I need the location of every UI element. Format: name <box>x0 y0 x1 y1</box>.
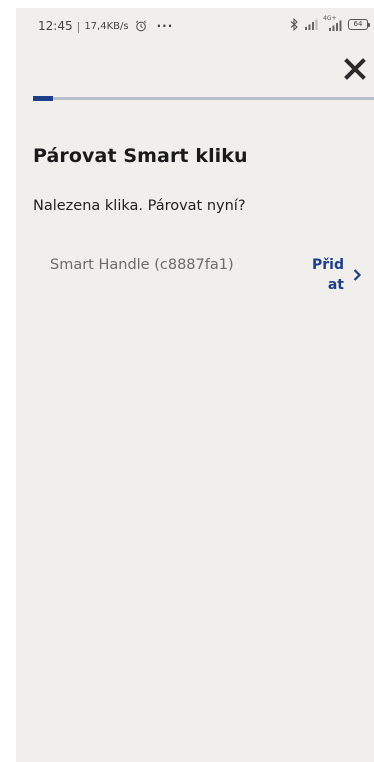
status-left: 12:45 | 17,4KB/s ··· <box>38 19 173 33</box>
add-device-button[interactable]: Přidat <box>308 255 362 295</box>
progress-bar <box>33 96 374 101</box>
battery-icon: 64 <box>348 18 370 30</box>
cellular-signal-4g-icon: 4G+ <box>323 15 343 31</box>
chevron-right-icon <box>353 269 362 281</box>
status-right: 4G+ 64 <box>289 15 370 31</box>
progress-bar-fill <box>33 96 54 101</box>
more-notifications-icon: ··· <box>156 19 174 33</box>
page-title: Párovat Smart kliku <box>33 145 248 167</box>
alarm-clock-icon <box>135 20 146 32</box>
app-screen: 12:45 | 17,4KB/s ··· 4G+ 64 Párovat Smar… <box>16 8 374 762</box>
close-button[interactable] <box>338 52 372 86</box>
device-list-item[interactable]: Smart Handle (c8887fa1) Přidat <box>33 253 374 313</box>
status-bar: 12:45 | 17,4KB/s ··· 4G+ 64 <box>16 8 374 42</box>
status-time: 12:45 <box>38 19 73 33</box>
status-separator: | <box>76 19 81 33</box>
network-speed: 17,4KB/s <box>84 20 129 32</box>
add-device-label: Přidat <box>312 257 344 293</box>
close-icon <box>344 58 366 80</box>
device-name: Smart Handle (c8887fa1) <box>50 257 234 273</box>
bluetooth-icon <box>290 17 298 31</box>
page-subtitle: Nalezena klika. Párovat nyní? <box>33 198 246 214</box>
cellular-signal-icon <box>305 19 318 30</box>
battery-level: 64 <box>353 19 363 28</box>
